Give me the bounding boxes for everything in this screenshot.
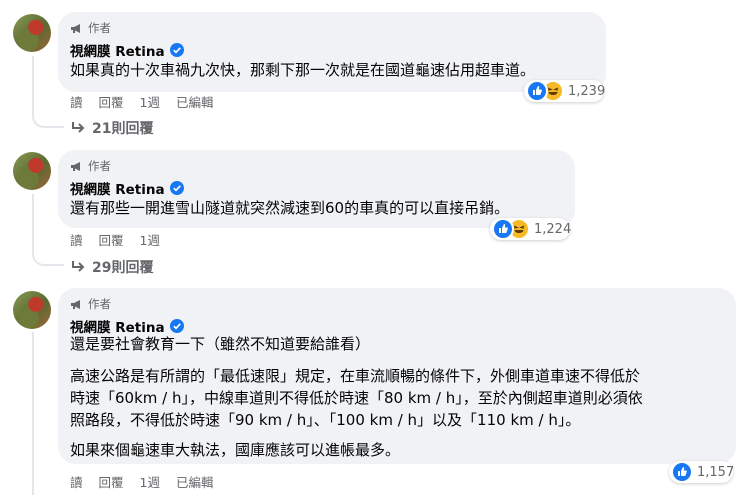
thread-connector bbox=[32, 252, 64, 266]
reaction-summary[interactable]: 1,157 bbox=[669, 461, 735, 483]
view-replies-button[interactable]: 29則回覆 bbox=[70, 257, 153, 277]
comment-text: 如果真的十次車禍九次快，那剩下那一次就是在國道龜速佔用超車道。 bbox=[70, 61, 536, 79]
author-badge: 作者 bbox=[70, 158, 111, 174]
edited-label: 已編輯 bbox=[175, 95, 214, 110]
author-badge: 作者 bbox=[70, 20, 111, 36]
comment-text: 還有那些一開進雪山隧道就突然減速到60的車真的可以直接吊銷。 bbox=[70, 199, 510, 217]
comment-paragraph: 還是要社會教育一下（雖然不知道要給誰看） bbox=[70, 335, 371, 353]
comment-bubble: 作者 視網膜 Retina 如果真的十次車禍九次快，那剩下那一次就是在國道龜速佔… bbox=[58, 12, 606, 92]
comment-actions: 讀 回覆 1週 已編輯 bbox=[70, 472, 230, 491]
avatar[interactable] bbox=[13, 14, 51, 52]
comment-paragraph: 高速公路是有所謂的「最低速限」規定，在車流順暢的條件下，外側車道車速不得低於 bbox=[70, 367, 641, 385]
edited-label: 已編輯 bbox=[175, 475, 214, 490]
megaphone-icon bbox=[70, 161, 84, 172]
comment-actions: 讀 回覆 1週 bbox=[70, 230, 176, 249]
timestamp[interactable]: 1週 bbox=[140, 92, 160, 111]
read-label[interactable]: 讀 bbox=[70, 472, 83, 491]
like-icon bbox=[671, 461, 693, 483]
like-icon bbox=[526, 80, 548, 102]
reply-button[interactable]: 回覆 bbox=[99, 472, 124, 491]
reaction-summary[interactable]: 1,224 bbox=[490, 218, 572, 240]
replies-count-label: 29則回覆 bbox=[92, 260, 154, 276]
reply-arrow-icon bbox=[72, 122, 85, 133]
thread-connector bbox=[32, 114, 64, 128]
reaction-count: 1,239 bbox=[568, 83, 606, 99]
verified-icon bbox=[169, 319, 184, 333]
comment-paragraph: 照路段，不得低於時速「90 km / h」、「100 km / h」以及「110… bbox=[70, 411, 581, 429]
read-label[interactable]: 讀 bbox=[70, 92, 83, 111]
megaphone-icon bbox=[70, 23, 84, 34]
thread-line bbox=[32, 56, 34, 114]
author-badge-label: 作者 bbox=[88, 21, 111, 35]
reply-arrow-icon bbox=[72, 261, 85, 272]
comment-actions: 讀 回覆 1週 已編輯 bbox=[70, 92, 230, 111]
commenter-name[interactable]: 視網膜 Retina bbox=[70, 178, 165, 198]
verified-icon bbox=[169, 181, 184, 195]
commenter-name[interactable]: 視網膜 Retina bbox=[70, 40, 165, 60]
comment-paragraph: 時速「60km / h」，中線車道則不得低於時速「80 km / h」，至於內側… bbox=[70, 389, 643, 407]
timestamp[interactable]: 1週 bbox=[140, 230, 160, 249]
comment-bubble: 作者 視網膜 Retina 還是要社會教育一下（雖然不知道要給誰看） 高速公路是… bbox=[58, 288, 736, 464]
author-badge: 作者 bbox=[70, 296, 111, 312]
author-badge-label: 作者 bbox=[88, 297, 111, 311]
reply-button[interactable]: 回覆 bbox=[99, 230, 124, 249]
author-badge-label: 作者 bbox=[88, 159, 111, 173]
avatar[interactable] bbox=[13, 152, 51, 190]
like-icon bbox=[492, 218, 514, 240]
thread-line bbox=[32, 194, 34, 252]
megaphone-icon bbox=[70, 299, 84, 310]
timestamp[interactable]: 1週 bbox=[140, 472, 160, 491]
reaction-summary[interactable]: 1,239 bbox=[524, 80, 606, 102]
comment-bubble: 作者 視網膜 Retina 還有那些一開進雪山隧道就突然減速到60的車真的可以直… bbox=[58, 150, 575, 228]
reaction-count: 1,157 bbox=[697, 464, 735, 480]
reaction-count: 1,224 bbox=[534, 221, 572, 237]
reply-button[interactable]: 回覆 bbox=[99, 92, 124, 111]
thread-line bbox=[32, 332, 34, 495]
verified-icon bbox=[169, 43, 184, 57]
avatar[interactable] bbox=[13, 291, 51, 329]
view-replies-button[interactable]: 21則回覆 bbox=[70, 118, 153, 138]
read-label[interactable]: 讀 bbox=[70, 230, 83, 249]
replies-count-label: 21則回覆 bbox=[92, 121, 154, 137]
comment-paragraph: 如果來個龜速車大執法，國庫應該可以進帳最多。 bbox=[70, 441, 401, 459]
